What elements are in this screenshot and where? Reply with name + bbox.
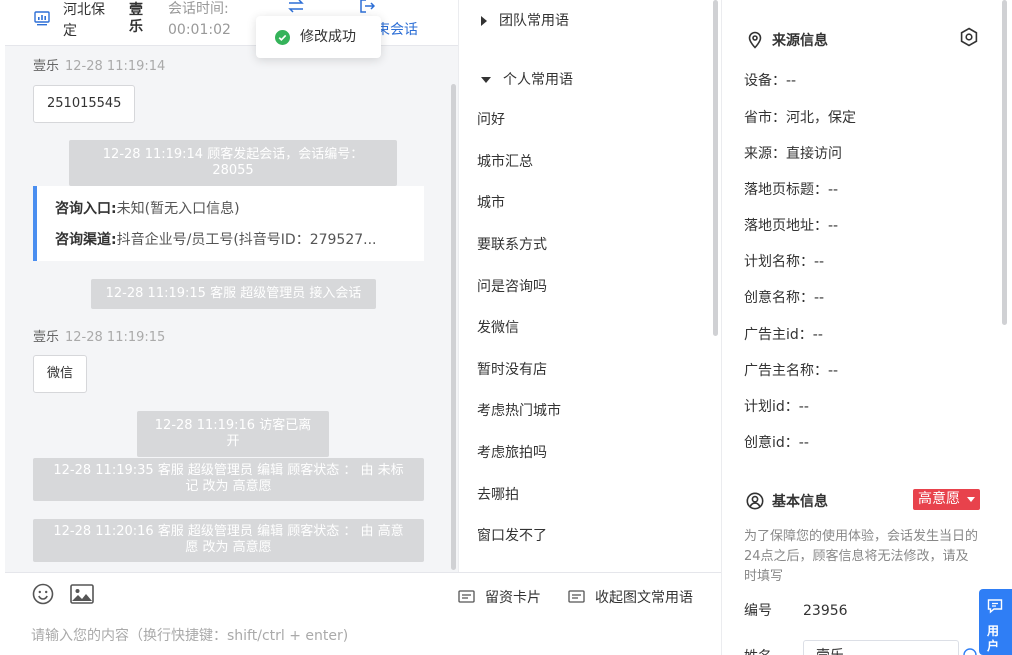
location-pin-icon [748, 31, 762, 49]
source-row-creative-id: 创意id：-- [744, 435, 809, 451]
phrase-item[interactable]: 窗口发不了 [477, 527, 547, 545]
phrase-item[interactable]: 问是咨询吗 [477, 278, 547, 296]
user-tab-label: 用户 [987, 624, 1000, 653]
message-sender: 壹乐 12-28 11:19:14 [33, 58, 165, 76]
chat-header: 河北保定 壹乐 会话时间: 00:01:02 束会话 [5, 0, 458, 46]
caret-down-icon [481, 77, 491, 83]
lead-card-label: 留资卡片 [485, 590, 541, 606]
id-label: 编号 [744, 603, 772, 619]
entry-row: 咨询入口:未知(暂无入口信息) [55, 200, 240, 218]
message-time: 12-28 11:19:15 [65, 330, 166, 345]
message-input[interactable] [31, 626, 551, 646]
sender-name: 壹乐 [33, 330, 60, 345]
team-phrases-group[interactable]: 团队常用语 [481, 12, 569, 30]
image-icon[interactable] [70, 583, 94, 605]
group-label: 个人常用语 [503, 72, 573, 88]
source-row-landing-url: 落地页地址：-- [744, 218, 839, 234]
name-label: 姓名 [744, 648, 772, 655]
phrase-item[interactable]: 发微信 [477, 319, 519, 337]
source-row-origin: 来源：直接访问 [744, 146, 842, 162]
visitor-name: 壹乐 [129, 2, 143, 35]
phrase-item[interactable]: 问好 [477, 111, 505, 129]
session-time-value: 00:01:02 [168, 22, 231, 38]
edit-notice: 为了保障您的使用体验，会话发生当日的24点之后，顾客信息将无法修改，请及时填写 [744, 529, 979, 584]
caret-right-icon [481, 16, 487, 26]
end-session-icon[interactable] [359, 0, 375, 14]
collapse-phrases-label: 收起图文常用语 [595, 590, 693, 606]
collapse-phrases-button[interactable]: 收起图文常用语 [568, 588, 693, 606]
chat-panel: 河北保定 壹乐 会话时间: 00:01:02 束会话 修改成功 壹乐 12-28 … [5, 0, 458, 655]
message-time: 12-28 11:19:14 [65, 59, 166, 74]
status-badge-label: 高意愿 [918, 491, 960, 507]
message-square-icon [458, 589, 475, 603]
phrase-item[interactable]: 暂时没有店 [477, 361, 547, 379]
system-message: 12-28 11:19:35 客服 超级管理员 编辑 顾客状态 ： 由 未标记 … [33, 458, 424, 501]
edit-icon[interactable] [963, 648, 977, 655]
lead-card-button[interactable]: 留资卡片 [458, 588, 541, 606]
phrase-item[interactable]: 城市 [477, 194, 505, 212]
info-scrollbar[interactable] [1002, 0, 1007, 325]
sender-name: 壹乐 [33, 59, 60, 74]
visitor-info-panel: 来源信息 设备：-- 省市：河北，保定 来源：直接访问 落地页标题：-- 落地页… [721, 0, 1012, 655]
message-square-icon [568, 589, 585, 603]
phrase-item[interactable]: 考虑旅拍吗 [477, 444, 547, 462]
entry-value: 未知(暂无入口信息) [116, 201, 240, 217]
transfer-icon[interactable] [287, 0, 305, 14]
phrase-item[interactable]: 城市汇总 [477, 153, 533, 171]
session-time-label: 会话时间: [168, 1, 229, 17]
phrase-item[interactable]: 要联系方式 [477, 236, 547, 254]
source-row-landing-title: 落地页标题：-- [744, 182, 839, 198]
system-message: 12-28 11:19:14 顾客发起会话，会话编号：28055 [69, 140, 397, 186]
phrase-scrollbar[interactable] [713, 0, 718, 336]
message-bubble[interactable]: 251015545 [33, 85, 136, 123]
source-row-advertiser-name: 广告主名称：-- [744, 363, 839, 379]
emoji-icon[interactable] [32, 583, 54, 605]
system-message: 12-28 11:20:16 客服 超级管理员 编辑 顾客状态 ： 由 高意愿 … [33, 519, 424, 562]
section-label: 基本信息 [772, 494, 828, 510]
id-value: 23956 [803, 603, 848, 619]
success-toast: 修改成功 [256, 16, 381, 58]
channel-label: 咨询渠道: [55, 232, 117, 248]
message-bubble[interactable]: 微信 [33, 355, 88, 393]
visitor-location: 河北保定 [63, 2, 105, 39]
phrase-item[interactable]: 考虑热门城市 [477, 402, 561, 420]
user-circle-icon [746, 492, 764, 510]
source-row-creative-name: 创意名称：-- [744, 290, 825, 306]
status-badge[interactable]: 高意愿 [913, 489, 980, 510]
source-info-title: 来源信息 [746, 30, 828, 50]
compose-area: 留资卡片 收起图文常用语 [5, 572, 722, 655]
source-row-plan-name: 计划名称：-- [744, 254, 825, 270]
quick-phrase-panel: 团队常用语 个人常用语 问好 城市汇总 城市 要联系方式 问是咨询吗 发微信 暂… [458, 0, 718, 572]
channel-value: 抖音企业号/员工号(抖音号ID：279527... [116, 232, 377, 248]
check-circle-icon [275, 30, 290, 45]
source-row-device: 设备：-- [744, 73, 797, 89]
toast-message: 修改成功 [300, 29, 356, 45]
user-panel-tab[interactable]: 用户 [979, 589, 1012, 655]
settings-icon[interactable] [959, 27, 979, 47]
name-field[interactable] [803, 640, 959, 655]
end-session-button[interactable]: 束会话 [376, 21, 418, 39]
caret-down-icon [967, 497, 975, 502]
personal-phrases-group[interactable]: 个人常用语 [481, 71, 573, 89]
source-row-region: 省市：河北，保定 [744, 110, 856, 126]
source-row-advertiser-id: 广告主id：-- [744, 327, 823, 343]
message-list[interactable]: 壹乐 12-28 11:19:14 251015545 12-28 11:19:1… [5, 46, 458, 572]
source-row-plan-id: 计划id：-- [744, 399, 809, 415]
group-label: 团队常用语 [499, 13, 569, 29]
entry-info-card: 咨询入口:未知(暂无入口信息) 咨询渠道:抖音企业号/员工号(抖音号ID：279… [33, 186, 424, 261]
monitor-icon [34, 11, 50, 26]
system-message: 12-28 11:19:15 客服 超级管理员 接入会话 [91, 279, 376, 309]
channel-row: 咨询渠道:抖音企业号/员工号(抖音号ID：279527... [55, 231, 377, 249]
chat-scrollbar[interactable] [451, 84, 456, 570]
system-message: 12-28 11:19:16 访客已离开 [137, 411, 329, 457]
phrase-item[interactable]: 去哪拍 [477, 486, 519, 504]
chat-bubble-icon [987, 599, 1003, 614]
message-sender: 壹乐 12-28 11:19:15 [33, 329, 165, 347]
basic-info-title: 基本信息 [746, 491, 828, 511]
entry-label: 咨询入口: [55, 201, 117, 217]
section-label: 来源信息 [772, 33, 828, 49]
